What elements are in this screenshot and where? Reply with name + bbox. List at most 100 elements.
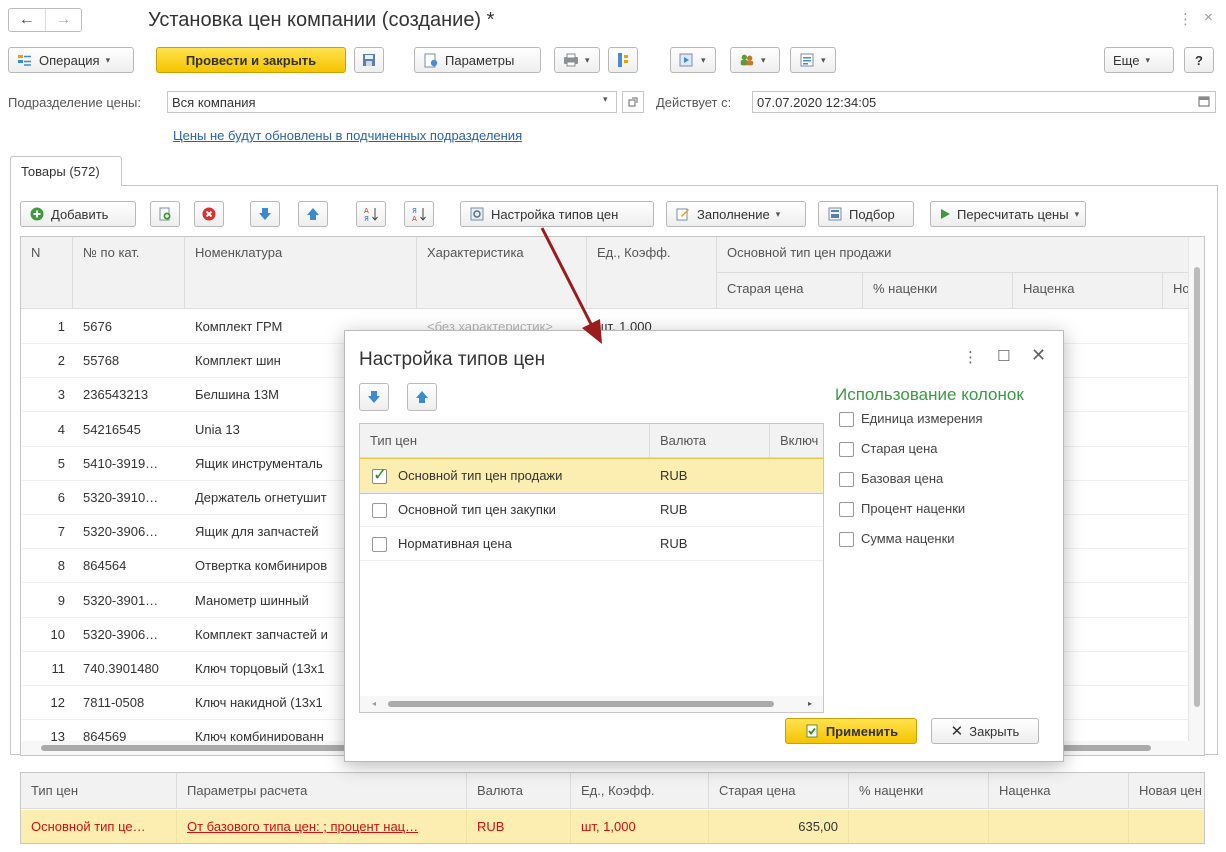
catalog-number-cell[interactable]: 5320-3906… <box>83 618 183 652</box>
close-button[interactable]: ✕ Закрыть <box>931 718 1039 744</box>
row-number-cell[interactable]: 6 <box>21 481 65 515</box>
header-currency[interactable]: Валюта <box>467 773 571 809</box>
header-n[interactable]: N <box>21 237 73 309</box>
catalog-number-cell[interactable]: 5320-3906… <box>83 515 183 549</box>
header-nomenclature[interactable]: Номенклатура <box>185 237 417 309</box>
move-up-button[interactable] <box>407 383 437 411</box>
copy-button[interactable] <box>150 201 180 227</box>
currency-cell[interactable]: RUB <box>467 810 571 843</box>
sort-descending-button[interactable]: ЯА <box>404 201 434 227</box>
catalog-number-cell[interactable]: 236543213 <box>83 378 183 412</box>
pick-button[interactable]: Подбор <box>818 201 914 227</box>
price-type-cell[interactable]: Основной тип це… <box>21 810 177 843</box>
catalog-number-cell[interactable]: 740.3901480 <box>83 652 183 686</box>
help-button[interactable]: ? <box>1184 47 1214 73</box>
parameters-button[interactable]: Параметры <box>414 47 541 73</box>
row-number-cell[interactable]: 11 <box>21 652 66 686</box>
fill-button[interactable]: Заполнение ▾ <box>666 201 806 227</box>
header-currency[interactable]: Валюта <box>650 424 770 458</box>
post-and-close-button[interactable]: Провести и закрыть <box>156 47 346 73</box>
price-type-checkbox[interactable] <box>372 503 387 518</box>
row-number-cell[interactable]: 10 <box>21 618 65 652</box>
users-button[interactable]: ▾ <box>730 47 780 73</box>
window-close-icon[interactable]: × <box>1204 9 1213 26</box>
sort-ascending-button[interactable]: АЯ <box>356 201 386 227</box>
close-icon[interactable]: ✕ <box>1031 345 1046 366</box>
back-arrow-icon[interactable]: ← <box>9 9 45 31</box>
calc-params-cell[interactable]: От базового типа цен: ; процент нац… <box>177 810 467 843</box>
recalculate-prices-button[interactable]: Пересчитать цены ▾ <box>930 201 1086 227</box>
division-field[interactable]: Вся компания <box>167 91 617 113</box>
price-type-checkbox[interactable] <box>372 465 387 485</box>
header-include[interactable]: Включ <box>770 424 823 458</box>
catalog-number-cell[interactable]: 55768 <box>83 344 183 378</box>
header-calc-params[interactable]: Параметры расчета <box>177 773 467 809</box>
catalog-number-cell[interactable]: 5320-3910… <box>83 481 183 515</box>
header-markup[interactable]: Наценка <box>989 773 1129 809</box>
old-price-cell[interactable]: 635,00 <box>709 810 849 843</box>
row-number-cell[interactable]: 12 <box>21 686 65 720</box>
column-option-checkbox[interactable] <box>839 502 854 517</box>
column-option[interactable]: Единица измерения <box>839 411 1039 429</box>
row-number-cell[interactable]: 7 <box>21 515 65 549</box>
unit-cell[interactable]: шт, 1,000 <box>571 810 709 843</box>
header-markup[interactable]: Наценка <box>1013 273 1163 309</box>
header-catalog-number[interactable]: № по кат. <box>73 237 185 309</box>
create-based-on-button[interactable]: ▾ <box>670 47 716 73</box>
column-option-checkbox[interactable] <box>839 532 854 547</box>
column-option-checkbox[interactable] <box>839 442 854 457</box>
open-icon[interactable] <box>622 91 644 113</box>
dialog-menu-icon[interactable]: ⋮ <box>963 348 978 366</box>
scroll-right-icon[interactable]: ▸ <box>808 699 812 708</box>
valid-from-field[interactable]: 07.07.2020 12:34:05 <box>752 91 1216 113</box>
horizontal-scrollbar[interactable]: ◂ ▸ <box>360 696 823 712</box>
dropdown-caret-icon[interactable]: ▾ <box>603 94 608 105</box>
header-price-type[interactable]: Тип цен <box>360 424 650 458</box>
markup-percent-cell[interactable] <box>849 810 989 843</box>
header-old-price[interactable]: Старая цена <box>717 273 863 309</box>
catalog-number-cell[interactable]: 864564 <box>83 549 183 583</box>
column-option[interactable]: Базовая цена <box>839 471 1039 489</box>
catalog-number-cell[interactable]: 5410-3919… <box>83 447 183 481</box>
more-button[interactable]: Еще ▾ <box>1104 47 1174 73</box>
subdivision-note-link[interactable]: Цены не будут обновлены в подчиненных по… <box>173 128 522 143</box>
header-price-type[interactable]: Тип цен <box>21 773 177 809</box>
column-option-checkbox[interactable] <box>839 412 854 427</box>
price-type-row[interactable]: Основной тип цен продажи RUB <box>360 458 823 494</box>
add-button[interactable]: Добавить <box>20 201 136 227</box>
header-new-price[interactable]: Новая цен <box>1129 773 1204 809</box>
catalog-number-cell[interactable]: 54216545 <box>83 413 183 447</box>
move-down-button[interactable] <box>250 201 280 227</box>
price-types-summary-table[interactable]: Тип цен Параметры расчета Валюта Ед., Ко… <box>20 772 1205 844</box>
catalog-number-cell[interactable]: 5320-3901… <box>83 584 183 618</box>
scrollbar-thumb[interactable] <box>1194 267 1200 707</box>
catalog-number-cell[interactable]: 7811-0508 <box>83 686 183 720</box>
row-number-cell[interactable]: 2 <box>21 344 65 378</box>
row-number-cell[interactable]: 1 <box>21 310 65 344</box>
move-up-button[interactable] <box>298 201 328 227</box>
new-price-cell[interactable] <box>1129 810 1204 843</box>
header-markup-percent[interactable]: % наценки <box>863 273 1013 309</box>
vertical-scrollbar[interactable] <box>1188 237 1204 755</box>
column-option-checkbox[interactable] <box>839 472 854 487</box>
apply-button[interactable]: Применить <box>785 718 917 744</box>
row-number-cell[interactable]: 4 <box>21 413 65 447</box>
row-number-cell[interactable]: 9 <box>21 584 65 618</box>
column-option[interactable]: Сумма наценки <box>839 531 1039 549</box>
catalog-number-cell[interactable]: 5676 <box>83 310 183 344</box>
row-number-cell[interactable]: 3 <box>21 378 65 412</box>
price-type-checkbox[interactable] <box>372 537 387 552</box>
price-type-row[interactable]: Основной тип цен закупки RUB <box>360 493 823 527</box>
window-menu-icon[interactable]: ⋮ <box>1178 10 1193 28</box>
header-old-price[interactable]: Старая цена <box>709 773 849 809</box>
delete-button[interactable] <box>194 201 224 227</box>
price-types-table[interactable]: Тип цен Валюта Включ Основной тип цен пр… <box>359 423 824 713</box>
price-type-row[interactable]: Нормативная цена RUB <box>360 527 823 561</box>
forward-arrow-icon[interactable]: → <box>44 9 82 31</box>
report-button[interactable]: ▾ <box>790 47 836 73</box>
maximize-icon[interactable]: ☐ <box>997 347 1010 365</box>
scrollbar-thumb[interactable] <box>388 701 774 707</box>
header-main-sale-price-type[interactable]: Основной тип цен продажи <box>717 237 1191 273</box>
print-button[interactable]: ▾ <box>554 47 600 73</box>
price-types-setup-dialog[interactable]: Настройка типов цен ⋮ ☐ ✕ Тип цен Валюта… <box>344 330 1064 762</box>
